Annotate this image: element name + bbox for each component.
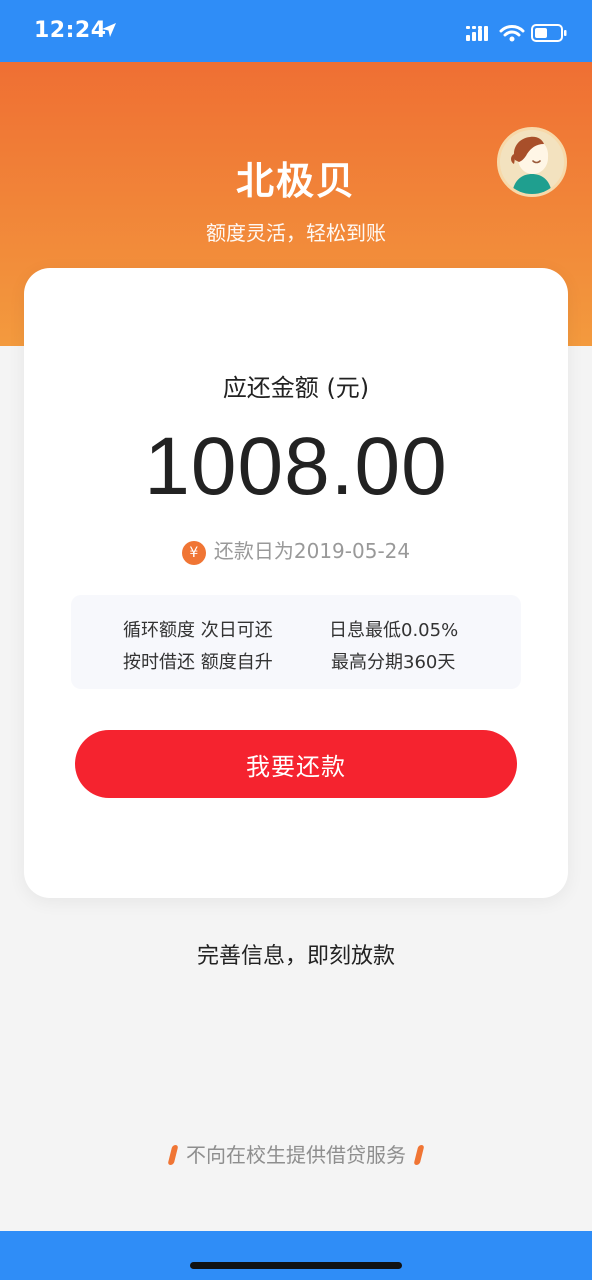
features-panel: 循环额度 次日可还 日息最低0.05% 按时借还 额度自升 最高分期360天	[71, 595, 521, 689]
notice-text: 不向在校生提供借贷服务	[186, 1143, 406, 1167]
repayment-amount: 1008.00	[144, 421, 448, 512]
home-indicator[interactable]	[190, 1262, 402, 1269]
battery-icon	[531, 24, 567, 42]
feature-revolving-credit: 循环额度 次日可还	[123, 620, 273, 641]
feature-credit-increase: 按时借还 额度自升	[123, 652, 273, 673]
user-avatar-icon[interactable]	[497, 127, 567, 197]
amount-label: 应还金额 (元)	[222, 374, 370, 402]
notice-mark-right	[413, 1145, 425, 1165]
student-notice: 不向在校生提供借贷服务	[0, 1139, 592, 1168]
due-date-text: 还款日为2019-05-24	[213, 539, 411, 563]
status-icons	[466, 24, 567, 42]
feature-installments: 最高分期360天	[331, 652, 456, 673]
notice-mark-left	[167, 1145, 179, 1165]
bottom-bar	[0, 1231, 592, 1280]
complete-info-link[interactable]: 完善信息，即刻放款	[0, 938, 592, 970]
feature-daily-interest: 日息最低0.05%	[329, 620, 459, 641]
repayment-card	[24, 268, 568, 898]
status-time: 12:24	[34, 18, 107, 43]
cellular-signal-icon	[466, 26, 488, 41]
repay-button[interactable]: 我要还款	[75, 730, 517, 798]
due-date-row: ¥ 还款日为2019-05-24	[0, 535, 592, 565]
wifi-icon	[499, 25, 525, 42]
app-subtitle: 额度灵活，轻松到账	[206, 221, 386, 245]
avatar-illustration	[500, 130, 564, 194]
status-bar: 12:24	[0, 0, 592, 62]
location-arrow-icon	[102, 23, 116, 37]
yen-icon: ¥	[181, 541, 206, 565]
